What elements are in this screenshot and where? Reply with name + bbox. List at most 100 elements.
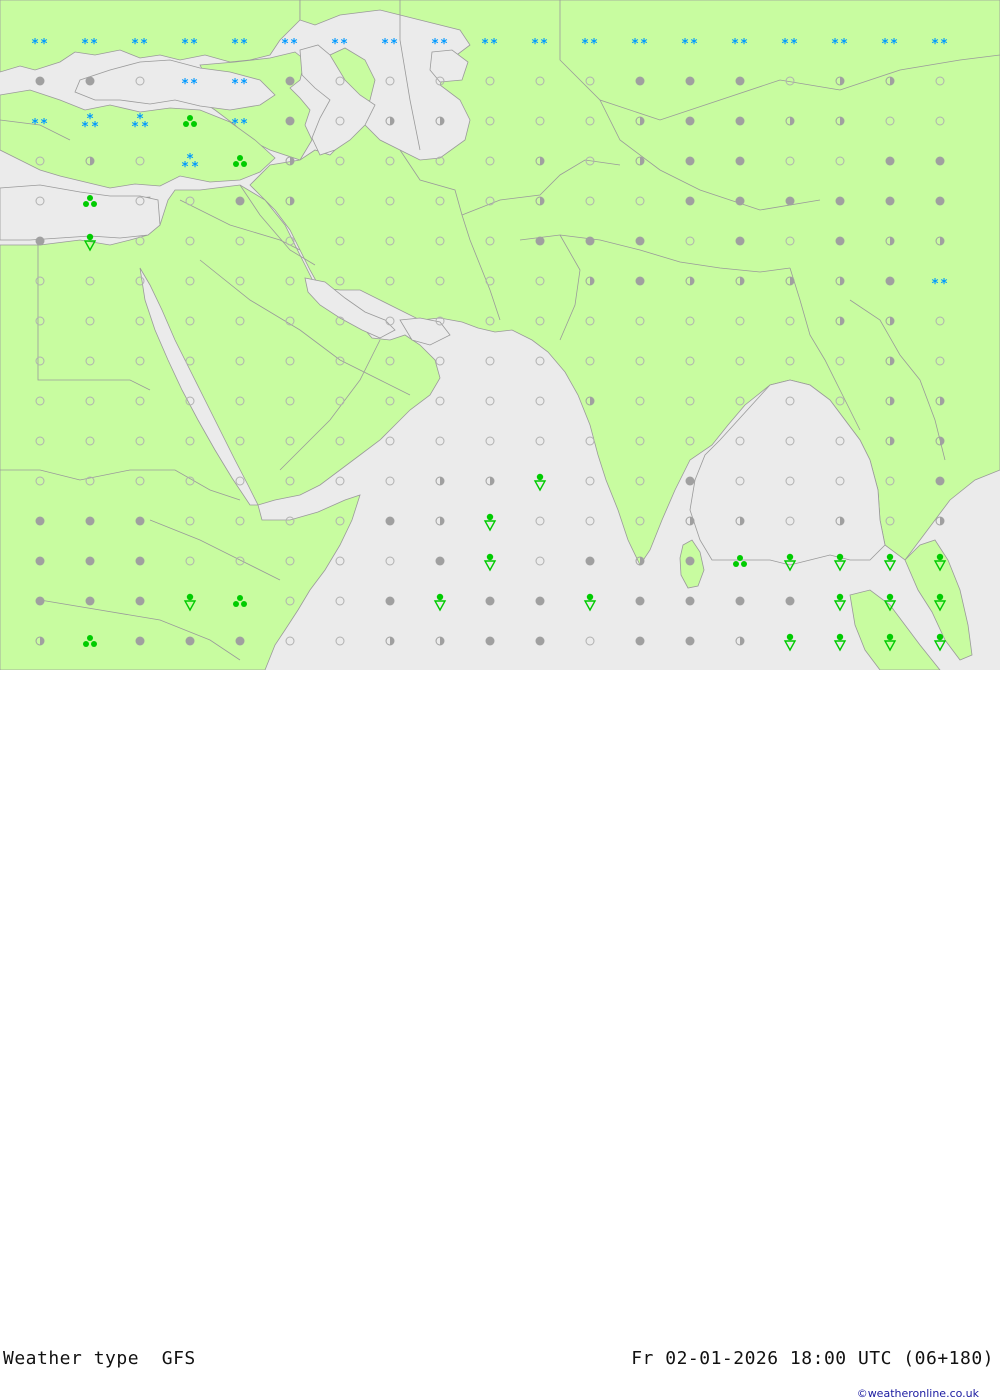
- svg-text:*: *: [132, 37, 139, 52]
- overcast-symbol: [835, 236, 845, 246]
- svg-text:*: *: [191, 77, 198, 92]
- svg-text:*: *: [291, 37, 298, 52]
- svg-text:*: *: [341, 37, 348, 52]
- svg-text:*: *: [691, 37, 698, 52]
- overcast-symbol: [635, 276, 645, 286]
- svg-text:*: *: [232, 77, 239, 92]
- svg-text:*: *: [841, 37, 848, 52]
- overcast-symbol: [885, 156, 895, 166]
- svg-text:*: *: [741, 37, 748, 52]
- svg-text:*: *: [382, 37, 389, 52]
- overcast-symbol: [685, 476, 695, 486]
- svg-text:*: *: [182, 77, 189, 92]
- overcast-symbol: [135, 556, 145, 566]
- svg-text:*: *: [941, 37, 948, 52]
- overcast-symbol: [935, 196, 945, 206]
- overcast-symbol: [385, 596, 395, 606]
- svg-text:*: *: [32, 117, 39, 132]
- svg-text:*: *: [591, 37, 598, 52]
- svg-text:*: *: [92, 120, 99, 135]
- svg-text:*: *: [532, 37, 539, 52]
- product-name: Weather type: [3, 1348, 140, 1369]
- svg-text:*: *: [142, 120, 149, 135]
- svg-text:*: *: [882, 37, 889, 52]
- svg-text:*: *: [282, 37, 289, 52]
- overcast-symbol: [685, 196, 695, 206]
- model-name: GFS: [161, 1348, 196, 1369]
- svg-text:*: *: [732, 37, 739, 52]
- overcast-symbol: [735, 156, 745, 166]
- svg-text:*: *: [232, 117, 239, 132]
- overcast-symbol: [785, 596, 795, 606]
- svg-text:*: *: [241, 117, 248, 132]
- overcast-symbol: [685, 76, 695, 86]
- overcast-symbol: [85, 556, 95, 566]
- svg-text:*: *: [932, 277, 939, 292]
- overcast-symbol: [735, 596, 745, 606]
- svg-text:*: *: [41, 117, 48, 132]
- valid-time: Fr 02-01-2026 18:00 UTC (06+180): [631, 1348, 994, 1369]
- overcast-symbol: [135, 636, 145, 646]
- overcast-symbol: [35, 596, 45, 606]
- overcast-symbol: [735, 196, 745, 206]
- overcast-symbol: [685, 596, 695, 606]
- svg-text:*: *: [132, 120, 139, 135]
- svg-text:*: *: [241, 77, 248, 92]
- svg-text:*: *: [391, 37, 398, 52]
- svg-text:*: *: [141, 37, 148, 52]
- overcast-symbol: [285, 76, 295, 86]
- overcast-symbol: [185, 636, 195, 646]
- svg-text:*: *: [932, 37, 939, 52]
- svg-text:*: *: [541, 37, 548, 52]
- overcast-symbol: [235, 196, 245, 206]
- svg-text:*: *: [232, 37, 239, 52]
- svg-text:*: *: [41, 37, 48, 52]
- svg-text:*: *: [182, 37, 189, 52]
- overcast-symbol: [385, 516, 395, 526]
- svg-text:*: *: [91, 37, 98, 52]
- overcast-symbol: [285, 116, 295, 126]
- svg-text:*: *: [791, 37, 798, 52]
- footer: Weather type GFS Fr 02-01-2026 18:00 UTC…: [0, 670, 1000, 1400]
- overcast-symbol: [935, 156, 945, 166]
- overcast-symbol: [35, 516, 45, 526]
- svg-text:*: *: [582, 37, 589, 52]
- svg-text:*: *: [191, 37, 198, 52]
- svg-text:*: *: [891, 37, 898, 52]
- overcast-symbol: [85, 76, 95, 86]
- overcast-symbol: [85, 596, 95, 606]
- overcast-symbol: [735, 76, 745, 86]
- overcast-symbol: [485, 636, 495, 646]
- overcast-symbol: [35, 556, 45, 566]
- overcast-symbol: [135, 596, 145, 606]
- overcast-symbol: [885, 196, 895, 206]
- overcast-symbol: [535, 236, 545, 246]
- overcast-symbol: [235, 636, 245, 646]
- overcast-symbol: [135, 516, 145, 526]
- weather-map: * * * * * * * * * * * * * * * * * * * * * * * * * * * * * * * * * * * * * ** *…: [0, 0, 1000, 670]
- overcast-symbol: [35, 236, 45, 246]
- overcast-symbol: [35, 76, 45, 86]
- overcast-symbol: [635, 236, 645, 246]
- svg-text:*: *: [32, 37, 39, 52]
- overcast-symbol: [785, 196, 795, 206]
- overcast-symbol: [685, 556, 695, 566]
- svg-text:*: *: [491, 37, 498, 52]
- map-title: Weather type GFS: [3, 1348, 196, 1369]
- svg-text:*: *: [441, 37, 448, 52]
- overcast-symbol: [635, 636, 645, 646]
- svg-text:*: *: [641, 37, 648, 52]
- svg-text:*: *: [432, 37, 439, 52]
- overcast-symbol: [935, 476, 945, 486]
- overcast-symbol: [735, 236, 745, 246]
- overcast-symbol: [885, 276, 895, 286]
- overcast-symbol: [535, 596, 545, 606]
- overcast-symbol: [435, 556, 445, 566]
- svg-text:*: *: [241, 37, 248, 52]
- overcast-symbol: [535, 636, 545, 646]
- svg-text:*: *: [332, 37, 339, 52]
- overcast-symbol: [835, 196, 845, 206]
- credit-link[interactable]: ©weatheronline.co.uk: [857, 1387, 979, 1400]
- svg-text:*: *: [632, 37, 639, 52]
- svg-text:*: *: [182, 160, 189, 175]
